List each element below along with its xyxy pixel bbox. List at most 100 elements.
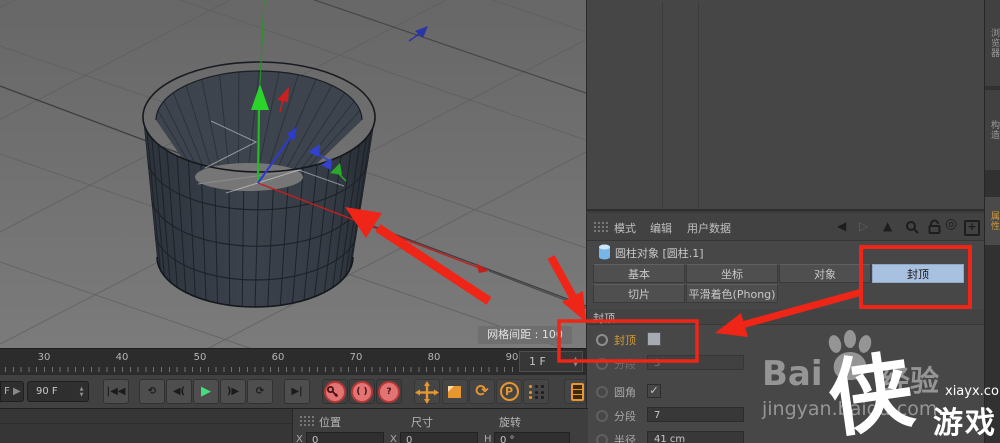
scale-icon xyxy=(448,386,461,398)
object-header-row[interactable]: 圆柱对象 [圆柱.1] xyxy=(587,241,984,263)
position-header: 位置 xyxy=(319,416,341,429)
new-panel-icon[interactable]: + xyxy=(964,220,980,236)
param-label: 分段 xyxy=(614,358,636,371)
previous-frame-button[interactable]: ◀( xyxy=(166,379,192,404)
fillet-checkbox[interactable]: ✓ xyxy=(647,384,661,398)
menu-user-data[interactable]: 用户数据 xyxy=(687,220,731,236)
panel-grip-icon[interactable] xyxy=(299,415,314,426)
go-to-end-button[interactable]: ▶| xyxy=(284,379,310,404)
viewport-scene xyxy=(0,0,586,348)
play-button[interactable]: ▶ xyxy=(193,379,219,404)
autokey-button[interactable]: ( ) xyxy=(349,379,375,404)
search-icon[interactable] xyxy=(905,220,919,234)
tab-object[interactable]: 对象 xyxy=(779,264,871,283)
position-x-field[interactable]: 0 xyxy=(306,432,384,443)
right-dock-tabs: 浏览器 构造 属性 xyxy=(984,0,1000,443)
tab-caps[interactable]: 封顶 xyxy=(872,264,964,283)
ruler-frame-number: 80 xyxy=(427,352,441,363)
ruler-frame-number: 90 xyxy=(505,352,519,363)
radius-field[interactable]: 41 cm xyxy=(647,431,744,443)
y-axis-line xyxy=(256,107,261,184)
render-strip-button[interactable] xyxy=(564,379,586,404)
current-frame-field[interactable]: 1 F ▲ ▼ xyxy=(519,351,583,372)
key-icon xyxy=(327,386,339,398)
keyframe-dot-icon[interactable] xyxy=(596,410,608,422)
frame-ticks xyxy=(5,367,520,372)
grid-spacing-label: 网格间距 : 100 cm xyxy=(478,326,572,359)
go-to-start-button[interactable]: |◀◀ xyxy=(103,379,129,404)
points-grid-icon xyxy=(529,385,545,399)
ruler-frame-number: 70 xyxy=(349,352,363,363)
bottom-left-panel xyxy=(0,408,292,443)
x-axis-arrow-icon xyxy=(476,263,489,273)
record-keyframe-button[interactable] xyxy=(322,379,348,404)
keyframe-dot-icon[interactable] xyxy=(596,434,608,443)
param-label: 半径 xyxy=(614,434,636,443)
panel-grip-icon[interactable] xyxy=(593,221,608,232)
target-icon[interactable]: ◎ xyxy=(945,217,957,231)
param-label: 圆角 xyxy=(614,386,636,399)
snap-points-button[interactable] xyxy=(523,379,549,404)
history-forward-icon[interactable]: ▷ xyxy=(859,219,868,233)
transport-bar: F ▶ 90 F ▲ ▼ |◀◀ ⟲ ◀( ▶ )▶ ⟳ ▶| ( ) ? ⟳ … xyxy=(0,374,586,408)
section-header-caps: 封顶 xyxy=(587,309,984,325)
keyframe-dot-icon[interactable] xyxy=(596,386,608,398)
cylinder-object-icon xyxy=(599,244,610,260)
dock-tab-browser[interactable]: 浏览器 xyxy=(985,0,1000,86)
timeline-ruler[interactable]: 30 40 50 60 70 80 90 1 F ▲ ▼ xyxy=(0,348,586,374)
column-divider xyxy=(662,2,663,208)
previous-key-button[interactable]: ⟲ xyxy=(139,379,165,404)
history-back-icon[interactable]: ◀ xyxy=(837,219,846,233)
param-row-caps: 封顶 xyxy=(587,330,984,350)
tab-basic[interactable]: 基本 xyxy=(593,264,685,283)
param-row-fillet: 圆角 ✓ xyxy=(587,382,984,402)
move-tool-button[interactable] xyxy=(414,379,440,404)
attribute-manager-panel: 模式 编辑 用户数据 ◀ ▷ ▲ ◎ + 圆柱对象 [圆柱.1] 基本 坐标 对… xyxy=(586,213,984,443)
parent-up-icon[interactable]: ▲ xyxy=(883,219,892,233)
app-window: 网格间距 : 100 cm 模式 编辑 用户数据 ◀ ▷ ▲ ◎ + xyxy=(0,0,1000,443)
menu-mode[interactable]: 模式 xyxy=(614,220,636,236)
ruler-frame-number: 50 xyxy=(193,352,207,363)
caps-checkbox[interactable] xyxy=(647,332,661,346)
attribute-menu-bar: 模式 编辑 用户数据 ◀ ▷ ▲ ◎ + xyxy=(587,213,984,241)
dock-tab-attributes[interactable]: 属性 xyxy=(985,197,1000,245)
size-header: 尺寸 xyxy=(411,416,433,429)
object-name-label: 圆柱对象 [圆柱.1] xyxy=(615,247,704,260)
range-end-marker[interactable]: F ▶ xyxy=(0,381,24,402)
coordinate-system-button[interactable]: P xyxy=(496,379,522,404)
menu-edit[interactable]: 编辑 xyxy=(650,220,672,236)
next-frame-button[interactable]: )▶ xyxy=(220,379,246,404)
lock-icon[interactable] xyxy=(928,219,941,234)
viewport-3d[interactable]: 网格间距 : 100 cm xyxy=(0,0,586,359)
dock-tab-structure[interactable]: 构造 xyxy=(985,90,1000,170)
rotation-header: 旋转 xyxy=(499,416,521,429)
param-row-radius: 半径 41 cm ▲▼ xyxy=(587,430,984,443)
segments-field[interactable]: 3 xyxy=(647,355,744,370)
ruler-frame-number: 30 xyxy=(37,352,51,363)
film-strip-icon xyxy=(571,383,584,401)
keyframe-selection-button[interactable]: ? xyxy=(376,379,402,404)
ruler-frame-number: 40 xyxy=(115,352,129,363)
coordinates-panel: 位置 尺寸 旋转 X 0 X 0 H 0 ° xyxy=(292,408,588,443)
tab-slice[interactable]: 切片 xyxy=(593,284,685,303)
rotate-tool-button[interactable]: ⟳ xyxy=(469,379,495,404)
scale-tool-button[interactable] xyxy=(442,379,468,404)
tab-phong[interactable]: 平滑着色(Phong) xyxy=(686,284,778,303)
param-label: 分段 xyxy=(614,410,636,423)
p-icon: P xyxy=(499,382,519,401)
column-divider xyxy=(698,2,699,208)
param-row-fillet-segments: 分段 7 ▲▼ xyxy=(587,406,984,426)
object-manager-panel[interactable] xyxy=(586,0,984,211)
param-label: 封顶 xyxy=(614,334,636,347)
tab-coordinates[interactable]: 坐标 xyxy=(686,264,778,283)
keyframe-dot-icon[interactable] xyxy=(596,358,608,370)
ruler-frame-number: 60 xyxy=(271,352,285,363)
rotation-h-field[interactable]: 0 ° xyxy=(494,432,570,443)
end-frame-field[interactable]: 90 F ▲ ▼ xyxy=(27,381,89,402)
param-row-segments-cap: 分段 3 ▲▼ xyxy=(587,354,984,374)
move-icon xyxy=(415,381,439,404)
fillet-segments-field[interactable]: 7 xyxy=(647,407,744,422)
next-key-button[interactable]: ⟳ xyxy=(247,379,273,404)
size-x-field[interactable]: 0 xyxy=(400,432,478,443)
keyframe-dot-icon[interactable] xyxy=(596,334,608,346)
